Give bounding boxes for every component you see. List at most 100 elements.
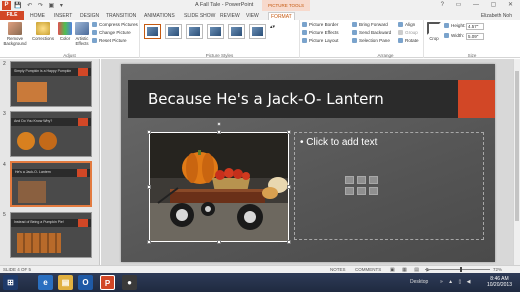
slide-number-3: 3 [3,111,6,117]
powerpoint-app-icon[interactable]: P [2,1,11,10]
picture-style-3[interactable] [186,24,203,39]
picture-style-2[interactable] [165,24,182,39]
reset-picture-icon [92,38,97,43]
group-button[interactable]: Group [398,30,418,36]
rotate-handle[interactable] [217,122,221,126]
rotate-button[interactable]: Rotate [398,38,419,44]
current-slide[interactable]: Because He's a Jack-O- Lantern • Click t… [121,64,495,262]
width-input[interactable]: 5.09" [466,33,484,40]
tab-format[interactable]: FORMAT [268,12,295,20]
slide-number-5: 5 [3,212,6,218]
powerpoint-taskbar-icon[interactable]: P [100,275,115,290]
picture-layout-button[interactable]: Picture Layout [302,38,338,44]
styles-gallery-more[interactable]: ▴▾ [270,24,275,30]
file-explorer-icon[interactable]: ▤ [58,275,73,290]
window-controls[interactable]: ? ▭ — ▢ ✕ [441,1,518,8]
tab-review[interactable]: REVIEW [218,12,242,20]
insert-online-picture-icon[interactable] [357,187,366,195]
width-label: Width: [444,33,464,39]
align-button[interactable]: Align [398,22,415,28]
tab-file[interactable]: FILE [0,11,24,20]
resize-handle-top[interactable] [217,130,221,134]
picture-style-6[interactable] [249,24,266,39]
slide-title-box[interactable]: Because He's a Jack-O- Lantern [128,80,468,118]
compress-icon [92,22,97,27]
insert-picture-icon[interactable] [345,187,354,195]
comments-button[interactable]: COMMENTS [355,266,381,273]
picture-style-1[interactable] [144,24,161,39]
resize-handle-bottom-left[interactable] [147,240,151,244]
internet-explorer-icon[interactable]: e [38,275,53,290]
slide-editing-area[interactable]: Because He's a Jack-O- Lantern • Click t… [101,59,513,265]
size-group-label: Size [467,53,477,58]
tab-view[interactable]: VIEW [244,12,261,20]
slide-thumbnail-image [17,132,35,150]
picture-border-button[interactable]: Picture Border [302,22,338,28]
resize-handle-bottom[interactable] [217,240,221,244]
start-icon[interactable]: ⊞ [3,275,18,290]
system-tray-icons[interactable]: » ▲ ▯ ◀ [440,279,473,285]
content-placeholder[interactable]: • Click to add text [294,132,484,240]
windows-taskbar: ⊞ e ▤ O P ● Desktop » ▲ ▯ ◀ 8:46 AM 10/2… [0,273,520,292]
outlook-icon[interactable]: O [78,275,93,290]
artistic-effects-button[interactable]: Artistic Effects [73,22,91,46]
tab-slide-show[interactable]: SLIDE SHOW [182,12,217,20]
tab-animations[interactable]: ANIMATIONS [142,12,177,20]
slide-thumbnail-pane[interactable]: 2 Simply Pumpkin is a Happy Pumpkin 3 An… [0,59,100,265]
click-to-add-text[interactable]: • Click to add text [300,137,377,148]
slide-thumbnail-title: Simply Pumpkin is a Happy Pumpkin [14,69,72,73]
bring-forward-button[interactable]: Bring Forward [352,22,388,28]
slide-thumbnail-4[interactable]: He's a Jack-O- Lantern [10,161,92,207]
tab-home[interactable]: HOME [28,12,47,20]
scrollbar-thumb[interactable] [515,71,519,221]
corrections-button[interactable]: Corrections [30,22,56,41]
reset-picture-button[interactable]: Reset Picture [92,38,127,44]
change-picture-button[interactable]: Change Picture [92,30,131,36]
tab-design[interactable]: DESIGN [78,12,101,20]
wagon-pumpkin-picture[interactable] [149,132,289,242]
insert-video-icon[interactable] [369,187,378,195]
picture-style-5[interactable] [228,24,245,39]
compress-pictures-button[interactable]: Compress Pictures [92,22,138,28]
user-name[interactable]: Elizabeth Noh [481,12,512,20]
insert-table-icon[interactable] [345,176,354,184]
tab-transitions[interactable]: TRANSITION [104,12,138,20]
tab-insert[interactable]: INSERT [52,12,74,20]
size-group: Crop Height: 4.57" Width: 5.09" Size [424,20,520,58]
insert-smartart-icon[interactable] [369,176,378,184]
quick-access-toolbar[interactable]: 💾 ↶ ↷ ▣ ▾ [14,2,65,9]
slide-thumbnail-image [17,233,61,253]
slide-thumbnail-image [17,82,47,102]
picture-effects-button[interactable]: Picture Effects [302,30,339,36]
selection-pane-button[interactable]: Selection Pane [352,38,390,44]
resize-handle-right[interactable] [287,185,291,189]
notes-button[interactable]: NOTES [330,266,346,273]
crop-button[interactable]: Crop [426,22,442,41]
slide-title[interactable]: Because He's a Jack-O- Lantern [148,90,384,108]
resize-handle-top-right[interactable] [287,130,291,134]
slide-thumbnail-2[interactable]: Simply Pumpkin is a Happy Pumpkin [10,61,92,107]
color-icon [58,22,72,35]
resize-handle-top-left[interactable] [147,130,151,134]
zoom-slider[interactable] [425,269,490,270]
slide-thumbnail-5[interactable]: Instead of Being a Pumpkin Pie! [10,212,92,258]
color-button[interactable]: Color [57,22,73,41]
picture-style-4[interactable] [207,24,224,39]
zoom-slider-knob[interactable] [460,267,462,272]
slide-thumbnail-3[interactable]: And Do You Know Why? [10,111,92,157]
vertical-scrollbar[interactable] [513,59,520,265]
insert-chart-icon[interactable] [357,176,366,184]
camtasia-icon[interactable]: ● [122,275,137,290]
arrange-group: Bring Forward Send Backward Selection Pa… [348,20,424,58]
height-input[interactable]: 4.57" [466,23,484,30]
resize-handle-bottom-right[interactable] [287,240,291,244]
picture-styles-group: ▴▾ Picture Border Picture Effects Pictur… [140,20,339,58]
send-backward-button[interactable]: Send Backward [352,30,391,36]
taskbar-clock[interactable]: 8:46 AM 10/20/2013 [487,276,512,288]
zoom-level[interactable]: 72% [493,266,502,273]
remove-background-button[interactable]: Remove Background [2,22,28,46]
resize-handle-left[interactable] [147,185,151,189]
height-label: Height: [444,23,466,29]
remove-background-icon [8,22,22,35]
desktop-label[interactable]: Desktop [410,279,428,285]
